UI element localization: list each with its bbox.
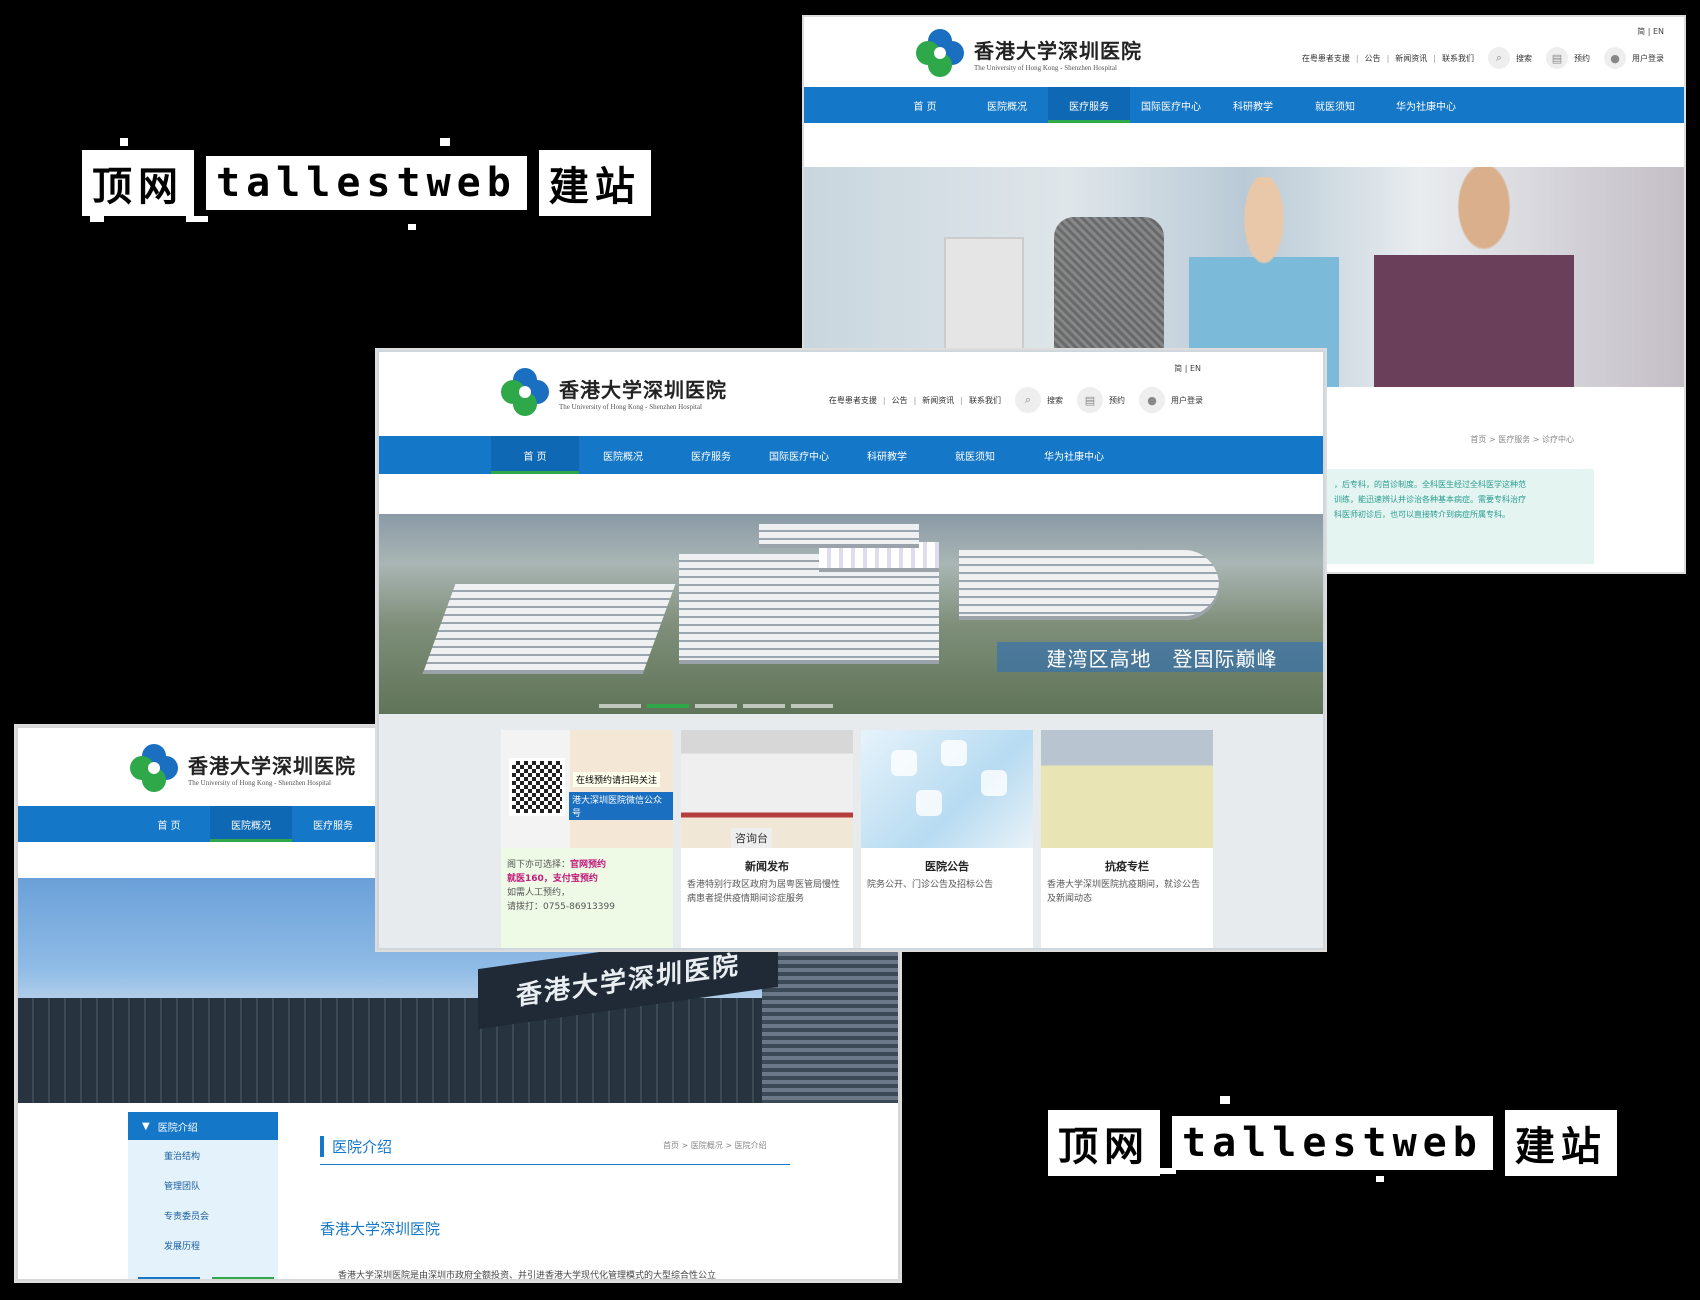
nav-huawei[interactable]: 华为社康中心 xyxy=(1376,87,1476,123)
screenshot-home-page: 香港大学深圳医院 The University of Hong Kong - S… xyxy=(377,350,1325,950)
user-icon[interactable]: ● xyxy=(1139,387,1165,413)
site-header: 香港大学深圳医院 The University of Hong Kong - S… xyxy=(379,352,1323,436)
nav-services[interactable]: 医疗服务 xyxy=(667,436,755,474)
logo-name-cn: 香港大学深圳医院 xyxy=(188,753,356,778)
logo-mark-icon xyxy=(499,366,551,418)
booking-label[interactable]: 预约 xyxy=(1109,395,1125,406)
intro-note: ，后专科，的首诊制度。全科医生经过全科医学这种范 训练，能迅速辨认并诊治各种基本病… xyxy=(1324,469,1594,564)
toplink-news[interactable]: 新闻资讯 xyxy=(922,395,954,406)
top-links: 在粤患者支援 | 公告 | 新闻资讯 | 联系我们 ⌕ 搜索 ▤ 预约 ● 用户登录 xyxy=(829,387,1203,413)
nav-overview[interactable]: 医院概况 xyxy=(210,806,292,842)
link-160-booking[interactable]: 就医160 xyxy=(507,874,544,884)
qr-code-icon xyxy=(509,758,565,816)
watermark-top: 顶网 tallestweb 建站 xyxy=(82,150,651,216)
toplink-contact[interactable]: 联系我们 xyxy=(969,395,1001,406)
sidebar-item-committee[interactable]: 专责委员会 xyxy=(128,1200,278,1230)
card-text: 香港特别行政区政府为居粤医管局慢性病患者提供疫情期间诊症服务 xyxy=(687,880,841,904)
nav-services[interactable]: 医疗服务 xyxy=(292,806,374,842)
nav-research[interactable]: 科研教学 xyxy=(843,436,931,474)
toplink-notice[interactable]: 公告 xyxy=(1365,53,1381,64)
nav-research[interactable]: 科研教学 xyxy=(1212,87,1294,123)
booking-icon[interactable]: ▤ xyxy=(1077,387,1103,413)
card-news[interactable]: 咨询台 新闻发布 香港特别行政区政府为居粤医管局慢性病患者提供疫情期间诊症服务 xyxy=(681,730,853,948)
toplink-contact[interactable]: 联系我们 xyxy=(1442,53,1474,64)
hospital-logo[interactable]: 香港大学深圳医院 The University of Hong Kong - S… xyxy=(499,366,727,418)
card-title: 新闻发布 xyxy=(745,860,789,873)
main-nav: 首 页 医院概况 医疗服务 国际医疗中心 科研教学 就医须知 华为社康中心 xyxy=(804,87,1684,123)
nav-overview[interactable]: 医院概况 xyxy=(579,436,667,474)
hospital-logo[interactable]: 香港大学深圳医院 The University of Hong Kong - S… xyxy=(914,27,1142,79)
nav-overview[interactable]: 医院概况 xyxy=(966,87,1048,123)
card-title: 医院公告 xyxy=(925,860,969,873)
campus-aerial-banner: 建湾区高地 登国际巅峰 xyxy=(379,514,1323,714)
logo-name-en: The University of Hong Kong - Shenzhen H… xyxy=(559,402,702,411)
search-icon[interactable]: ⌕ xyxy=(1488,47,1510,69)
card-text: 院务公开、门诊公告及招标公告 xyxy=(867,880,994,890)
sidebar-item-management[interactable]: 管理团队 xyxy=(128,1170,278,1200)
hospital-logo[interactable]: 香港大学深圳医院 The University of Hong Kong - S… xyxy=(128,742,356,794)
nav-home[interactable]: 首 页 xyxy=(128,806,210,842)
intro-paragraph: 香港大学深圳医院是由深圳市政府全额投资、并引进香港大学现代化管理模式的大型综合性… xyxy=(338,1271,717,1281)
logo-name-en: The University of Hong Kong - Shenzhen H… xyxy=(188,778,331,787)
toplink-support[interactable]: 在粤患者支援 xyxy=(829,395,877,406)
nav-guide[interactable]: 就医须知 xyxy=(1294,87,1376,123)
search-icon[interactable]: ⌕ xyxy=(1015,387,1041,413)
breadcrumb: 首页 > 医院概况 > 医院介绍 xyxy=(663,1141,767,1150)
news-image: 咨询台 xyxy=(681,730,853,848)
breadcrumb: 首页 > 医疗服务 > 诊疗中心 xyxy=(1470,435,1574,444)
logo-name-en: The University of Hong Kong - Shenzhen H… xyxy=(974,63,1117,72)
divider xyxy=(320,1164,790,1165)
nav-services[interactable]: 医疗服务 xyxy=(1048,87,1130,123)
sidebar-head[interactable]: ▼ 医院介绍 xyxy=(128,1112,278,1140)
sidebar-menu: ▼ 医院介绍 董治结构 管理团队 专责委员会 发展历程 xyxy=(128,1112,278,1279)
login-label[interactable]: 用户登录 xyxy=(1632,53,1664,64)
banner-slogan: 建湾区高地 登国际巅峰 xyxy=(997,642,1323,672)
link-alipay-booking[interactable]: 支付宝预约 xyxy=(553,874,598,884)
announcement-image xyxy=(861,730,1033,848)
qr-booking-image: 在线预约请扫码关注 港大深圳医院微信公众号 xyxy=(501,730,673,848)
card-announcements[interactable]: 医院公告 院务公开、门诊公告及招标公告 xyxy=(861,730,1033,948)
section-title: 医院介绍 xyxy=(320,1136,392,1157)
toplink-support[interactable]: 在粤患者支援 xyxy=(1302,53,1350,64)
triangle-down-icon: ▼ xyxy=(142,1120,150,1132)
nav-home[interactable]: 首 页 xyxy=(491,436,579,474)
toplink-notice[interactable]: 公告 xyxy=(892,395,908,406)
site-header: 香港大学深圳医院 The University of Hong Kong - S… xyxy=(804,17,1684,87)
quick-cards: 在线预约请扫码关注 港大深圳医院微信公众号 阁下亦可选择：官网预约 就医160，… xyxy=(379,714,1323,948)
search-label[interactable]: 搜索 xyxy=(1047,395,1063,406)
logo-name-cn: 香港大学深圳医院 xyxy=(559,377,727,402)
logo-mark-icon xyxy=(914,27,966,79)
logo-name-cn: 香港大学深圳医院 xyxy=(974,38,1142,63)
logo-mark-icon xyxy=(128,742,180,794)
page-heading: 香港大学深圳医院 xyxy=(320,1220,441,1238)
main-nav: 首 页 医院概况 医疗服务 国际医疗中心 科研教学 就医须知 华为社康中心 xyxy=(379,436,1323,474)
card-title: 抗疫专栏 xyxy=(1105,860,1149,873)
booking-label[interactable]: 预约 xyxy=(1574,53,1590,64)
language-switch[interactable]: 简 | EN xyxy=(1637,26,1664,37)
login-label[interactable]: 用户登录 xyxy=(1171,395,1203,406)
nav-home[interactable]: 首 页 xyxy=(884,87,966,123)
sidebar-item-governance[interactable]: 董治结构 xyxy=(128,1140,278,1170)
link-web-booking[interactable]: 官网预约 xyxy=(570,860,606,870)
card-booking[interactable]: 在线预约请扫码关注 港大深圳医院微信公众号 阁下亦可选择：官网预约 就医160，… xyxy=(501,730,673,948)
epidemic-team-image xyxy=(1041,730,1213,848)
user-icon[interactable]: ● xyxy=(1604,47,1626,69)
card-epidemic[interactable]: 抗疫专栏 香港大学深圳医院抗疫期间，就诊公告及新闻动态 xyxy=(1041,730,1213,948)
carousel-dots[interactable] xyxy=(599,704,833,708)
sidebar-item-history[interactable]: 发展历程 xyxy=(128,1230,278,1260)
language-switch[interactable]: 简 | EN xyxy=(1174,363,1201,374)
nav-international[interactable]: 国际医疗中心 xyxy=(1130,87,1212,123)
toplink-news[interactable]: 新闻资讯 xyxy=(1395,53,1427,64)
nav-huawei[interactable]: 华为社康中心 xyxy=(1019,436,1129,474)
card-text: 香港大学深圳医院抗疫期间，就诊公告及新闻动态 xyxy=(1047,880,1201,904)
search-label[interactable]: 搜索 xyxy=(1516,53,1532,64)
nav-guide[interactable]: 就医须知 xyxy=(931,436,1019,474)
watermark-bottom: 顶网 tallestweb 建站 xyxy=(1048,1110,1617,1176)
top-links: 在粤患者支援 | 公告 | 新闻资讯 | 联系我们 ⌕ 搜索 ▤ 预约 ● 用户登录 xyxy=(1302,47,1664,69)
booking-icon[interactable]: ▤ xyxy=(1546,47,1568,69)
nav-international[interactable]: 国际医疗中心 xyxy=(755,436,843,474)
